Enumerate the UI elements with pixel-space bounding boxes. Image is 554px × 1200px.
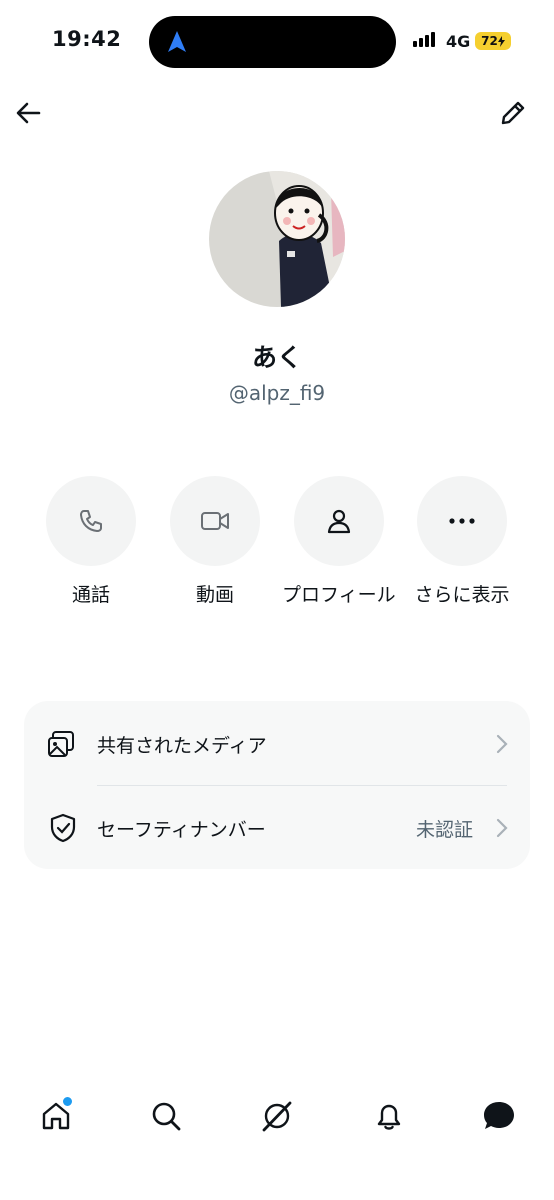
video-label: 動画 xyxy=(195,584,234,606)
bell-icon xyxy=(377,1104,401,1130)
arrow-left-icon xyxy=(16,102,41,124)
more-icon xyxy=(449,518,475,524)
edit-button[interactable] xyxy=(498,98,528,128)
profile-label: プロフィール xyxy=(282,584,396,606)
profile-button[interactable] xyxy=(294,476,384,566)
more-label: さらに表示 xyxy=(414,584,510,606)
shield-check-icon xyxy=(50,813,76,843)
safety-number-row[interactable]: セーフティナンバー 未認証 xyxy=(24,786,530,869)
shared-media-row[interactable]: 共有されたメディア xyxy=(24,701,530,785)
more-button[interactable] xyxy=(417,476,507,566)
tab-grok[interactable] xyxy=(257,1096,297,1136)
tab-search[interactable] xyxy=(146,1096,186,1136)
grok-icon xyxy=(262,1101,292,1132)
chevron-right-icon xyxy=(496,818,508,838)
location-arrow-icon xyxy=(168,31,186,52)
status-time: 19:42 xyxy=(52,27,122,51)
signal-icon xyxy=(413,32,435,47)
tab-notifications[interactable] xyxy=(369,1096,409,1136)
battery-indicator: 72 xyxy=(475,32,511,50)
battery-level: 72 xyxy=(481,34,498,48)
tab-messages[interactable] xyxy=(479,1096,519,1136)
user-handle: @alpz_fi9 xyxy=(228,381,326,405)
video-icon xyxy=(201,512,229,530)
shared-media-icon xyxy=(48,731,74,757)
avatar[interactable] xyxy=(209,171,345,307)
messages-icon xyxy=(484,1102,514,1129)
network-type: 4G xyxy=(446,32,471,51)
pencil-icon xyxy=(501,101,525,125)
verification-status: 未認証 xyxy=(416,819,474,841)
search-icon xyxy=(152,1102,181,1131)
video-button[interactable] xyxy=(170,476,260,566)
back-button[interactable] xyxy=(14,98,44,128)
shared-media-label: 共有されたメディア xyxy=(97,735,267,757)
charging-bolt-icon xyxy=(497,35,505,47)
person-icon xyxy=(327,509,351,534)
safety-number-label: セーフティナンバー xyxy=(97,819,266,841)
display-name: あく xyxy=(251,343,302,372)
call-button[interactable] xyxy=(46,476,136,566)
avatar-image xyxy=(209,171,345,307)
chevron-right-icon xyxy=(496,734,508,754)
notification-dot xyxy=(61,1095,74,1108)
call-label: 通話 xyxy=(71,584,110,606)
dynamic-island xyxy=(149,16,396,68)
phone-icon xyxy=(80,510,102,532)
